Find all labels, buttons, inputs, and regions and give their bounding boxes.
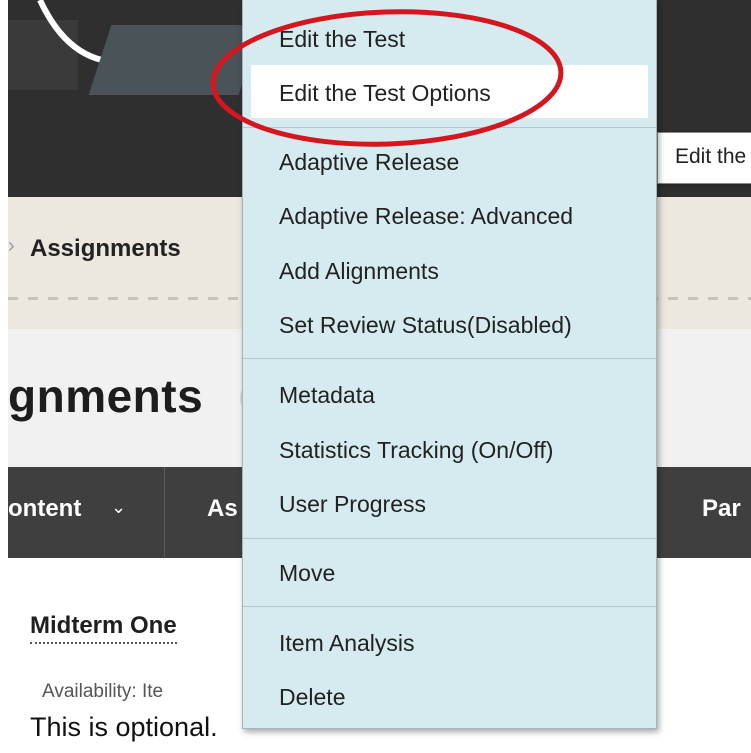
assessments-tab[interactable]: As: [207, 495, 238, 523]
menu-item-edit-test-options[interactable]: Edit the Test Options: [279, 80, 491, 107]
menu-item-edit-test[interactable]: Edit the Test: [279, 26, 405, 53]
banner-panel-graphic: [88, 25, 262, 95]
menu-item-item-analysis[interactable]: Item Analysis: [279, 630, 415, 657]
menu-item-set-review-status[interactable]: Set Review Status(Disabled): [279, 312, 572, 339]
menu-item-add-alignments[interactable]: Add Alignments: [279, 258, 439, 285]
availability-label: Availability: Ite: [42, 681, 164, 702]
breadcrumb-current[interactable]: Assignments: [30, 235, 181, 263]
context-menu: Edit the Test Edit the Test Options Adap…: [242, 0, 657, 729]
breadcrumb-separator-icon: ›: [8, 235, 15, 257]
partner-content-tab[interactable]: Par: [702, 495, 741, 523]
menu-separator: [243, 538, 656, 539]
tooltip: Edit the: [657, 132, 751, 184]
banner-edge: [0, 0, 8, 197]
tab-divider: [164, 467, 165, 558]
item-description: This is optional.: [30, 712, 218, 742]
menu-item-user-progress[interactable]: User Progress: [279, 491, 426, 518]
menu-item-delete[interactable]: Delete: [279, 684, 345, 711]
menu-separator: [243, 606, 656, 607]
menu-separator: [243, 127, 656, 128]
menu-separator: [243, 358, 656, 359]
chevron-down-icon[interactable]: ⌄: [111, 497, 126, 518]
menu-item-metadata[interactable]: Metadata: [279, 382, 375, 409]
menu-item-statistics-tracking[interactable]: Statistics Tracking (On/Off): [279, 437, 553, 464]
menu-item-move[interactable]: Move: [279, 560, 335, 587]
menu-item-adaptive-release[interactable]: Adaptive Release: [279, 149, 459, 176]
item-title-link[interactable]: Midterm One: [30, 612, 177, 644]
menu-item-adaptive-release-advanced[interactable]: Adaptive Release: Advanced: [279, 203, 573, 230]
build-content-tab[interactable]: ontent: [8, 495, 81, 523]
tooltip-text: Edit the: [675, 145, 747, 168]
page-title: gnments: [8, 370, 204, 422]
